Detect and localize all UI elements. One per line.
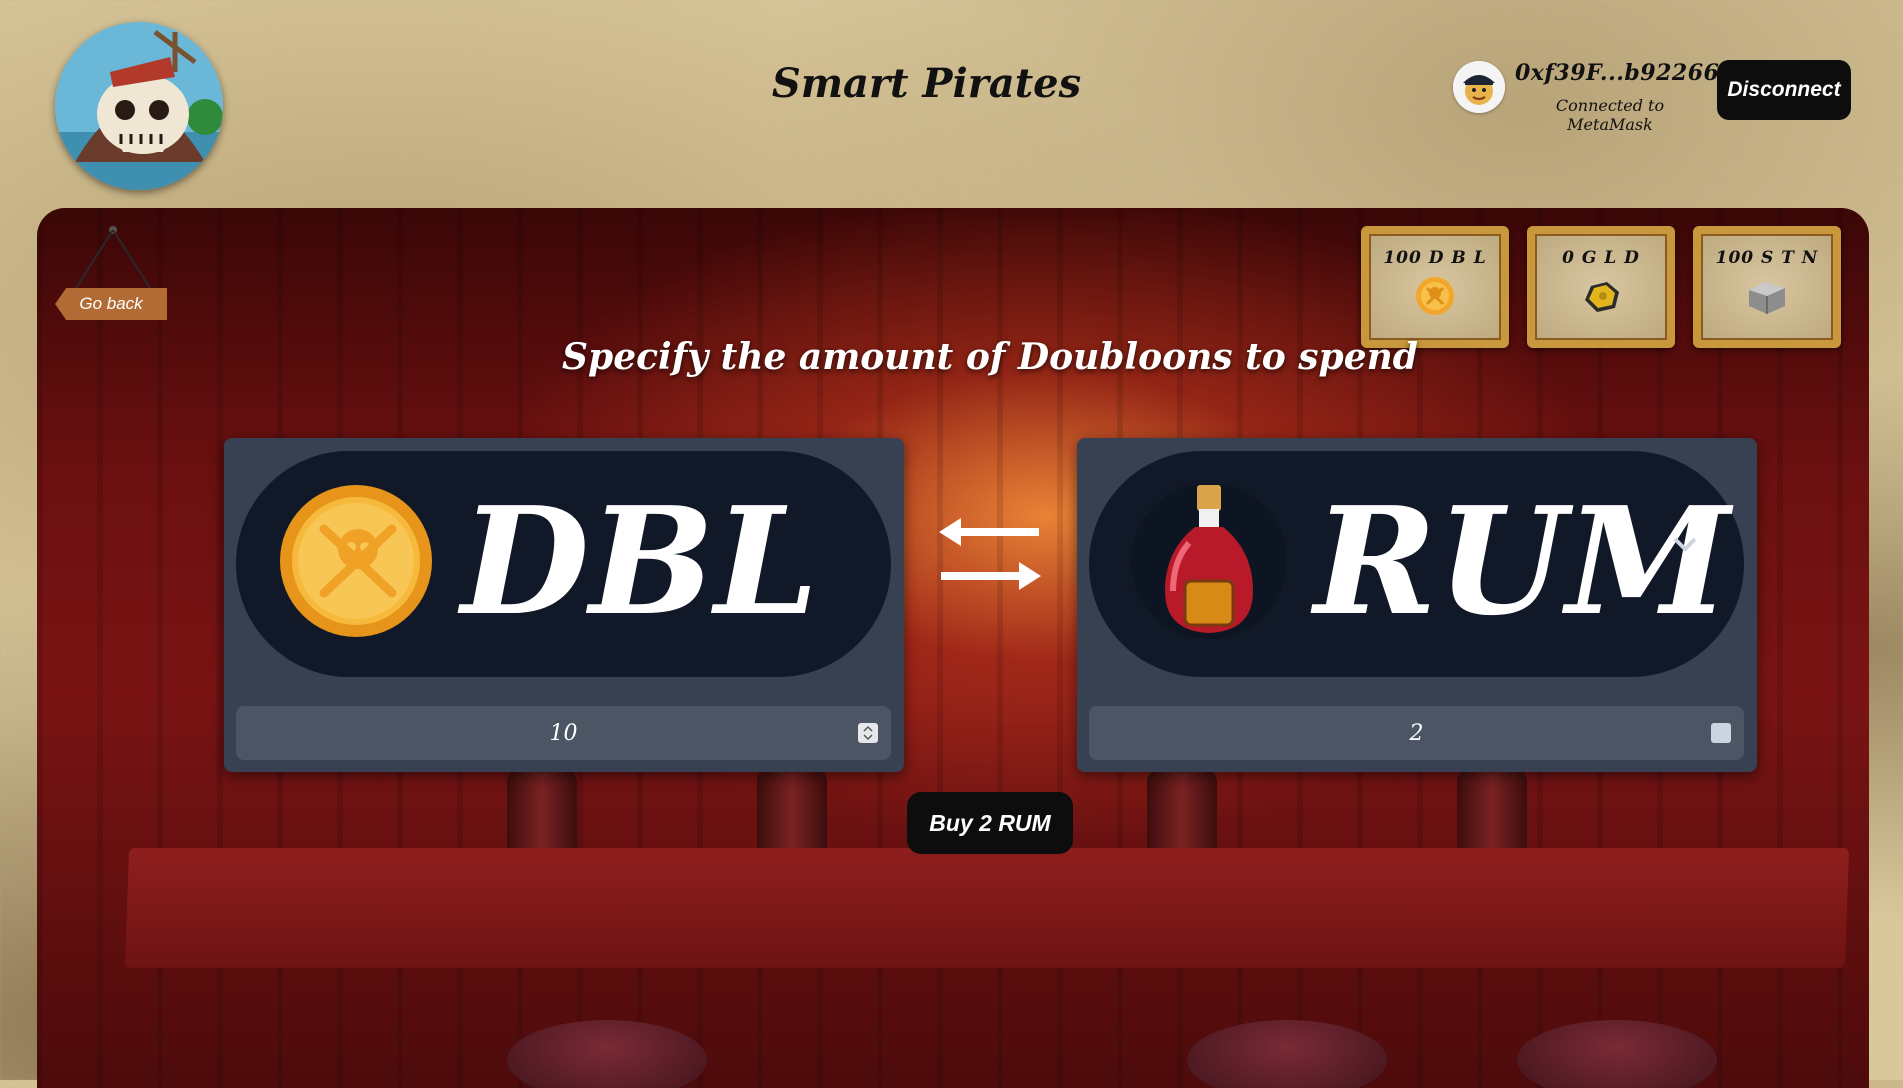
pirate-avatar-icon	[1453, 61, 1505, 113]
from-token-card: DBL	[224, 438, 904, 772]
stone-block-icon	[1749, 282, 1785, 314]
from-token-name: DBL	[461, 474, 819, 648]
balance-label: 100 D B L	[1383, 248, 1487, 268]
token-dropdown-toggle[interactable]	[1659, 523, 1699, 563]
wallet-provider: Connected to MetaMask	[1555, 96, 1665, 134]
buy-button[interactable]: Buy 2 RUM	[907, 792, 1073, 854]
wallet-address: 0xf39F...b92266	[1515, 60, 1720, 86]
balance-card-dbl: 100 D B L	[1361, 226, 1509, 348]
amount-stepper[interactable]	[858, 723, 878, 743]
from-token-selector: DBL	[236, 451, 891, 677]
rum-bottle-icon	[1131, 483, 1287, 639]
swap-arrows-icon[interactable]	[935, 510, 1045, 600]
doubloon-coin-icon	[280, 485, 432, 637]
doubloon-coin-icon	[1416, 277, 1454, 315]
balance-card-gld: 0 G L D	[1527, 226, 1675, 348]
gold-nugget-icon	[1585, 282, 1619, 312]
exchange-instruction: Specify the amount of Doubloons to spend	[562, 336, 1418, 378]
tavern-table	[124, 848, 1850, 968]
go-back-button[interactable]: Go back	[55, 288, 167, 320]
chevron-down-icon	[1673, 537, 1697, 552]
sign-string	[75, 226, 151, 289]
balance-label: 0 G L D	[1562, 248, 1640, 268]
balance-label: 100 S T N	[1715, 248, 1819, 268]
disconnect-button[interactable]: Disconnect	[1717, 60, 1851, 120]
to-token-selector[interactable]: RUM	[1089, 451, 1744, 677]
from-amount-input[interactable]	[236, 706, 891, 760]
to-amount-field	[1089, 706, 1744, 760]
to-token-card: RUM	[1077, 438, 1757, 772]
amount-stepper-disabled	[1711, 723, 1731, 743]
balance-card-stn: 100 S T N	[1693, 226, 1841, 348]
stepper-arrows-icon	[863, 725, 873, 741]
